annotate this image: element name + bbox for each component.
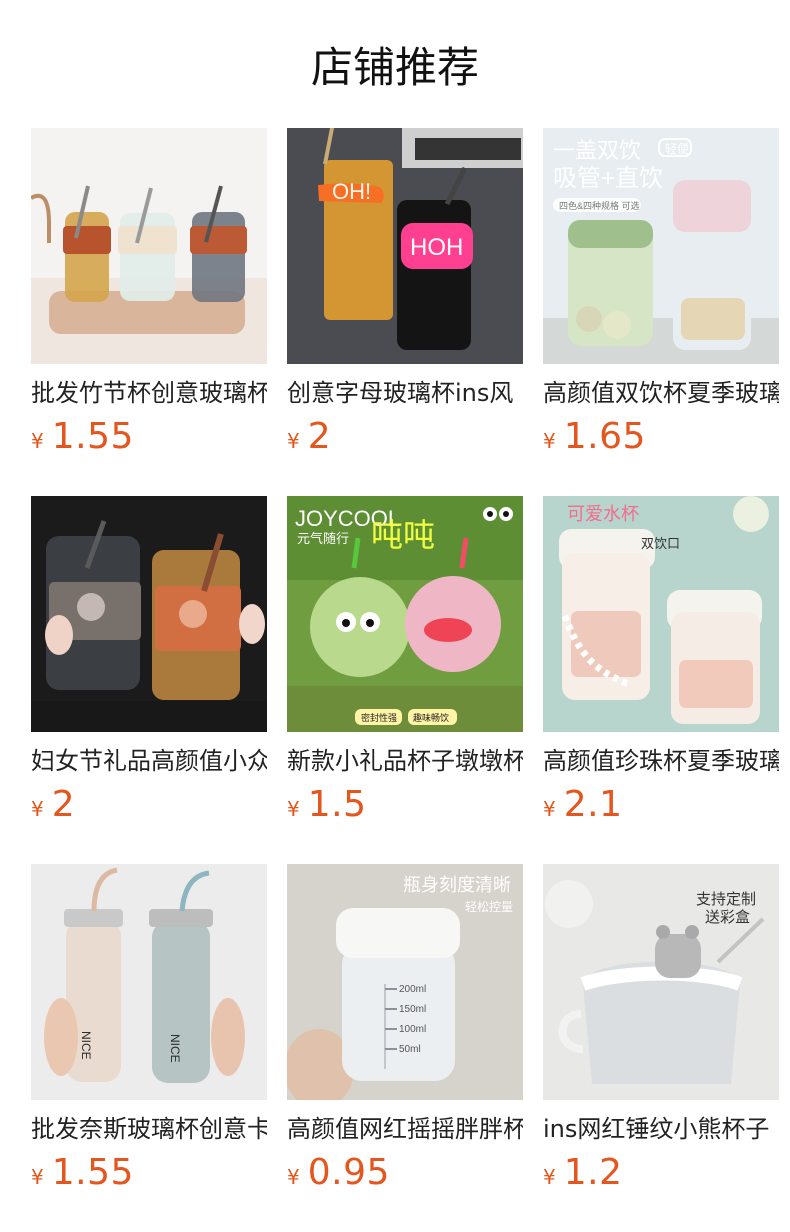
product-card[interactable]: 支持定制 送彩盒 ins网红锤纹小熊杯子 ¥1.2 xyxy=(543,864,779,1232)
product-grid: 批发竹节杯创意玻璃杯 ¥1.55 OH! HOH 创意字母玻璃杯ins风 ¥ 2… xyxy=(31,128,779,1232)
product-image[interactable]: JOYCOOL 元气随行 吨吨 密封性强 趣味畅饮 xyxy=(287,496,523,732)
svg-text:送彩盒: 送彩盒 xyxy=(705,909,750,926)
product-price: ¥2 xyxy=(31,783,267,827)
svg-text:轻松控量: 轻松控量 xyxy=(465,900,513,914)
cup-product-image: 可爱水杯 双饮口 xyxy=(543,496,779,732)
product-image[interactable]: NICE NICE xyxy=(31,864,267,1100)
svg-text:元气随行: 元气随行 xyxy=(297,531,349,546)
product-card[interactable]: 瓶身刻度清晰 轻松控量 200ml 150ml 100ml 50ml 高颜值网红… xyxy=(287,864,523,1232)
product-price: ¥1.2 xyxy=(543,1151,779,1195)
product-card[interactable]: 批发竹节杯创意玻璃杯 ¥1.55 xyxy=(31,128,267,496)
product-price: ¥2 xyxy=(287,415,523,459)
price-amount: 1.55 xyxy=(51,416,134,457)
product-name[interactable]: 批发奈斯玻璃杯创意卡 xyxy=(31,1112,267,1146)
svg-text:一盖双饮: 一盖双饮 xyxy=(553,138,641,163)
currency-symbol: ¥ xyxy=(543,797,556,821)
cup-product-image: 瓶身刻度清晰 轻松控量 200ml 150ml 100ml 50ml xyxy=(287,864,523,1100)
svg-text:150ml: 150ml xyxy=(399,1004,426,1015)
product-image[interactable]: 瓶身刻度清晰 轻松控量 200ml 150ml 100ml 50ml xyxy=(287,864,523,1100)
svg-text:支持定制: 支持定制 xyxy=(696,891,756,908)
price-amount: 2 xyxy=(307,416,332,457)
product-image[interactable] xyxy=(31,128,267,364)
price-amount: 1.5 xyxy=(307,784,367,825)
svg-text:OH!: OH! xyxy=(332,179,371,204)
svg-text:密封性强: 密封性强 xyxy=(361,712,397,723)
product-price: ¥0.95 xyxy=(287,1151,523,1195)
product-price: ¥1.55 xyxy=(31,1151,267,1195)
svg-text:吨吨: 吨吨 xyxy=(371,517,435,553)
svg-text:HOH: HOH xyxy=(410,234,463,261)
currency-symbol: ¥ xyxy=(287,797,300,821)
svg-text:可爱水杯: 可爱水杯 xyxy=(567,504,639,524)
product-name[interactable]: 新款小礼品杯子墩墩杯 xyxy=(287,744,523,778)
product-name[interactable]: 妇女节礼品高颜值小众 xyxy=(31,744,267,778)
cup-product-image xyxy=(31,128,267,364)
product-image[interactable]: 支持定制 送彩盒 xyxy=(543,864,779,1100)
svg-text:吸管+直饮: 吸管+直饮 xyxy=(553,165,663,192)
currency-symbol: ¥ xyxy=(287,429,300,453)
currency-symbol: ¥ xyxy=(31,429,44,453)
cup-product-image: 一盖双饮 轻便 吸管+直饮 四色&四种规格 可选 xyxy=(543,128,779,364)
currency-symbol: ¥ xyxy=(543,429,556,453)
cup-product-image xyxy=(31,496,267,732)
bottle-product-image: NICE NICE xyxy=(31,864,267,1100)
svg-text:NICE: NICE xyxy=(79,1031,93,1060)
currency-symbol: ¥ xyxy=(287,1165,300,1189)
product-name[interactable]: 创意字母玻璃杯ins风 xyxy=(287,376,523,410)
svg-text:趣味畅饮: 趣味畅饮 xyxy=(413,712,449,723)
page-title: 店铺推荐 xyxy=(310,43,479,92)
product-card[interactable]: 可爱水杯 双饮口 高颜值珍珠杯夏季玻璃 ¥2.1 xyxy=(543,496,779,864)
svg-text:NICE: NICE xyxy=(168,1034,182,1063)
product-card[interactable]: OH! HOH 创意字母玻璃杯ins风 ¥2 xyxy=(287,128,523,496)
svg-text:双饮口: 双饮口 xyxy=(641,536,680,551)
product-card[interactable]: 一盖双饮 轻便 吸管+直饮 四色&四种规格 可选 高颜值双饮杯夏季玻璃 ¥1.6… xyxy=(543,128,779,496)
price-amount: 1.55 xyxy=(51,1152,134,1193)
svg-text:50ml: 50ml xyxy=(399,1044,421,1055)
price-amount: 1.2 xyxy=(563,1152,623,1193)
product-image[interactable] xyxy=(31,496,267,732)
product-image[interactable]: 可爱水杯 双饮口 xyxy=(543,496,779,732)
product-image[interactable]: 一盖双饮 轻便 吸管+直饮 四色&四种规格 可选 xyxy=(543,128,779,364)
product-price: ¥1.55 xyxy=(31,415,267,459)
svg-text:100ml: 100ml xyxy=(399,1024,426,1035)
svg-text:四色&四种规格 可选: 四色&四种规格 可选 xyxy=(559,200,640,211)
price-amount: 1.65 xyxy=(563,416,646,457)
mug-product-image: 支持定制 送彩盒 xyxy=(543,864,779,1100)
product-price: ¥1.5 xyxy=(287,783,523,827)
product-price: ¥2.1 xyxy=(543,783,779,827)
product-card[interactable]: JOYCOOL 元气随行 吨吨 密封性强 趣味畅饮 新款小礼品杯子墩墩杯 ¥1.… xyxy=(287,496,523,864)
price-amount: 2 xyxy=(51,784,76,825)
currency-symbol: ¥ xyxy=(31,1165,44,1189)
product-card[interactable]: NICE NICE 批发奈斯玻璃杯创意卡 ¥1.55 xyxy=(31,864,267,1232)
shop-recommendation-page: 店铺推荐 批发竹节杯创意玻璃杯 ¥ 1.55 OH! HOH 创意字母玻璃杯in… xyxy=(0,0,790,1232)
svg-text:轻便: 轻便 xyxy=(665,142,689,156)
price-amount: 2.1 xyxy=(563,784,623,825)
price-amount: 0.95 xyxy=(307,1152,390,1193)
product-image[interactable]: OH! HOH xyxy=(287,128,523,364)
svg-text:瓶身刻度清晰: 瓶身刻度清晰 xyxy=(403,875,511,895)
currency-symbol: ¥ xyxy=(31,797,44,821)
currency-symbol: ¥ xyxy=(543,1165,556,1189)
product-price: ¥1.65 xyxy=(543,415,779,459)
product-name[interactable]: 高颜值网红摇摇胖胖杯 xyxy=(287,1112,523,1146)
svg-text:200ml: 200ml xyxy=(399,984,426,995)
cup-product-image: OH! HOH xyxy=(287,128,523,364)
cup-product-image: JOYCOOL 元气随行 吨吨 密封性强 趣味畅饮 xyxy=(287,496,523,732)
product-name[interactable]: 高颜值双饮杯夏季玻璃 xyxy=(543,376,779,410)
product-name[interactable]: 高颜值珍珠杯夏季玻璃 xyxy=(543,744,779,778)
product-card[interactable]: 妇女节礼品高颜值小众 ¥2 xyxy=(31,496,267,864)
product-name[interactable]: 批发竹节杯创意玻璃杯 xyxy=(31,376,267,410)
product-name[interactable]: ins网红锤纹小熊杯子 xyxy=(543,1112,779,1146)
